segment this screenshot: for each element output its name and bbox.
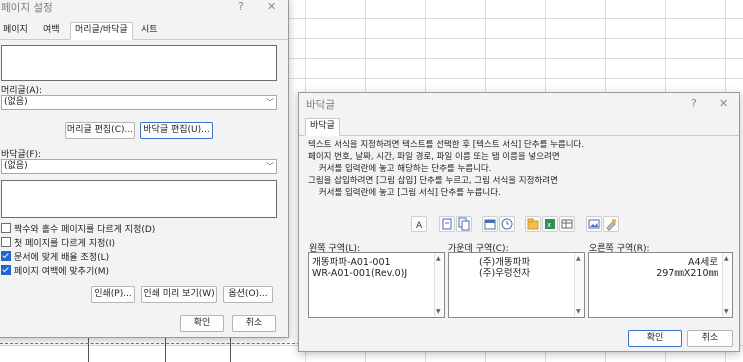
insert-picture-icon[interactable] — [586, 216, 602, 232]
cancel-button[interactable]: 취소 — [687, 330, 733, 347]
center-section-scrollbar[interactable]: ▲ ▼ — [574, 253, 584, 317]
footer-select[interactable]: (없음) ﹀ — [1, 159, 277, 174]
page-number-icon[interactable] — [439, 216, 455, 232]
time-icon[interactable] — [499, 216, 515, 232]
center-section-text: (주)개똥파파 (주)우렁전자 — [479, 257, 531, 279]
tab-sheet[interactable]: 시트 — [137, 23, 162, 38]
left-section-text: 개똥파파-A01-001 WR-A01-001(Rev.0)J — [312, 257, 408, 279]
right-section-input[interactable]: A4세로 297㎜X210㎜ ▲ ▼ — [588, 252, 733, 318]
instruction-line: 커서를 입력란에 놓고 [그림 서식] 단추를 누릅니다. — [308, 188, 501, 198]
footer-titlebar: 바닥글 ? ✕ — [299, 93, 739, 115]
ok-button[interactable]: 확인 — [180, 315, 224, 332]
number-of-pages-icon[interactable] — [456, 216, 472, 232]
right-section-text: A4세로 297㎜X210㎜ — [656, 257, 718, 279]
date-icon[interactable] — [482, 216, 498, 232]
page-setup-tabs: 페이지 여백 머리글/바닥글 시트 — [0, 22, 288, 40]
help-icon[interactable]: ? — [238, 0, 244, 13]
close-icon[interactable]: ✕ — [267, 0, 276, 13]
svg-text:A: A — [416, 221, 423, 231]
file-path-icon[interactable] — [525, 216, 541, 232]
instruction-line: 텍스트 서식을 지정하려면 텍스트를 선택한 후 [텍스트 서식] 단추를 누릅… — [308, 140, 585, 150]
footer-tabs: 바닥글 — [299, 118, 739, 136]
scale-with-document-checkbox[interactable]: 문서에 맞게 배율 조정(L) — [1, 251, 109, 264]
help-icon[interactable]: ? — [691, 97, 697, 110]
print-button[interactable]: 인쇄(P)... — [91, 286, 135, 303]
close-icon[interactable]: ✕ — [719, 97, 728, 110]
footer-preview — [1, 180, 277, 218]
print-preview-button[interactable]: 인쇄 미리 보기(W) — [141, 286, 217, 303]
ok-button[interactable]: 확인 — [628, 330, 682, 347]
svg-text:x: x — [547, 221, 551, 229]
instruction-line: 그림을 삽입하려면 [그림 삽입] 단추를 누르고, 그림 서식을 지정하려면 — [308, 176, 558, 186]
chevron-down-icon: ﹀ — [266, 98, 274, 107]
left-section-input[interactable]: 개똥파파-A01-001 WR-A01-001(Rev.0)J ▲ ▼ — [308, 252, 445, 318]
first-page-checkbox[interactable]: 첫 페이지를 다르게 지정(I) — [1, 237, 115, 250]
custom-header-button[interactable]: 머리글 편집(C)... — [65, 122, 135, 139]
instruction-line: 커서를 입력란에 놓고 해당하는 단추를 누릅니다. — [308, 164, 492, 174]
format-text-icon[interactable]: A — [411, 216, 427, 232]
instruction-line: 페이지 번호, 날짜, 시간, 파일 경로, 파일 이름 또는 탭 이름을 넣으… — [308, 152, 560, 162]
left-section-scrollbar[interactable]: ▲ ▼ — [434, 253, 444, 317]
footer-dialog-title: 바닥글 — [306, 99, 335, 111]
cancel-button[interactable]: 취소 — [232, 315, 276, 332]
page-setup-title: 페이지 설정 — [1, 2, 53, 14]
custom-footer-button[interactable]: 바닥글 편집(U)... — [140, 122, 213, 139]
align-with-margins-checkbox[interactable]: 페이지 여백에 맞추기(M) — [1, 265, 109, 278]
right-section-scrollbar[interactable]: ▲ ▼ — [722, 253, 732, 317]
tab-footer[interactable]: 바닥글 — [305, 118, 340, 136]
format-picture-icon[interactable] — [603, 216, 619, 232]
page-setup-titlebar: 페이지 설정 ? ✕ — [0, 0, 288, 19]
footer-dialog: 바닥글 ? ✕ 바닥글 텍스트 서식을 지정하려면 텍스트를 선택한 후 [텍스… — [298, 92, 740, 352]
header-preview — [1, 45, 277, 81]
sheet-name-icon[interactable] — [559, 216, 575, 232]
page-setup-dialog: 페이지 설정 ? ✕ 페이지 여백 머리글/바닥글 시트 머리글(A): (없음… — [0, 0, 289, 338]
tab-header-footer[interactable]: 머리글/바닥글 — [70, 22, 133, 40]
tab-margins[interactable]: 여백 — [39, 23, 64, 38]
options-button[interactable]: 옵션(O)... — [223, 286, 273, 303]
file-name-icon[interactable]: x — [542, 216, 558, 232]
header-select-value: (없음) — [4, 97, 28, 107]
tab-page[interactable]: 페이지 — [0, 23, 32, 38]
footer-select-value: (없음) — [4, 161, 28, 171]
instructions: 텍스트 서식을 지정하려면 텍스트를 선택한 후 [텍스트 서식] 단추를 누릅… — [308, 139, 584, 199]
odd-even-checkbox[interactable]: 짝수와 홀수 페이지를 다르게 지정(D) — [1, 223, 155, 236]
chevron-down-icon: ﹀ — [266, 162, 274, 171]
header-select[interactable]: (없음) ﹀ — [1, 95, 277, 110]
center-section-input[interactable]: (주)개똥파파 (주)우렁전자 ▲ ▼ — [448, 252, 585, 318]
